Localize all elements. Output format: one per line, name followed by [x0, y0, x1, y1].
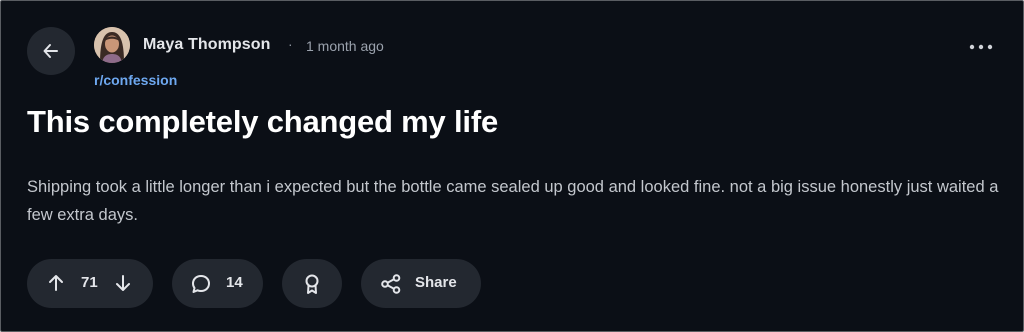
vote-bar: 71 [27, 259, 153, 308]
subreddit-link[interactable]: r/confession [94, 72, 177, 88]
meta-separator: · [288, 36, 293, 52]
comment-count: 14 [226, 274, 243, 291]
award-button[interactable] [282, 259, 342, 308]
arrow-left-icon [41, 41, 61, 61]
award-ribbon-icon [302, 273, 322, 295]
back-button[interactable] [27, 27, 75, 75]
share-button[interactable]: Share [361, 259, 481, 308]
avatar[interactable] [94, 27, 130, 63]
more-horizontal-icon [969, 44, 993, 50]
post-body: Shipping took a little longer than i exp… [27, 178, 999, 224]
arrow-down-icon[interactable] [113, 273, 133, 293]
comments-button[interactable]: 14 [172, 259, 263, 308]
more-options-button[interactable] [967, 37, 995, 57]
author-name[interactable]: Maya Thompson [143, 36, 271, 54]
post-card: Maya Thompson · 1 month ago r/confession… [0, 0, 1024, 332]
post-timestamp: 1 month ago [306, 38, 384, 54]
share-label: Share [415, 274, 457, 291]
post-title: This completely changed my life [27, 104, 498, 139]
comment-bubble-icon [190, 273, 212, 295]
arrow-up-icon[interactable] [46, 273, 66, 293]
vote-score: 71 [81, 274, 98, 291]
share-icon [380, 273, 402, 295]
